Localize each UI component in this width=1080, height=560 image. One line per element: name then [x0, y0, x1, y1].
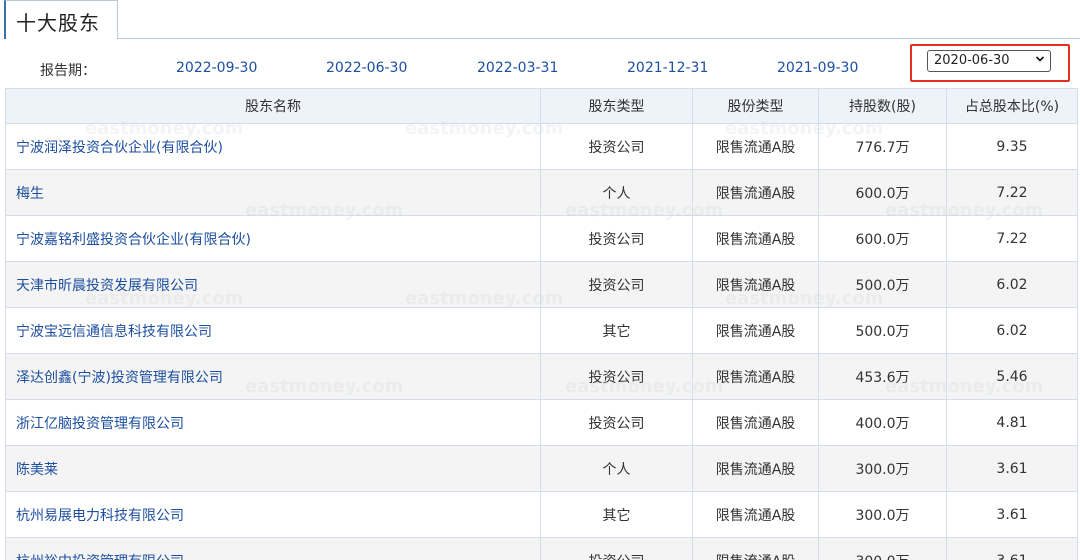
percent-cell: 5.46	[946, 353, 1078, 400]
table-row: 陈美莱 个人 限售流通A股 300.0万 3.61	[5, 445, 1078, 492]
header-shareholder-name[interactable]: 股东名称	[5, 88, 541, 124]
shares-held-cell: 500.0万	[818, 261, 947, 308]
period-select-value: 2020-06-30	[934, 53, 1010, 68]
period-link-2022-09-30[interactable]: 2022-09-30	[176, 60, 257, 76]
shareholder-type-cell: 投资公司	[540, 261, 693, 308]
shares-held-cell: 600.0万	[818, 169, 947, 216]
percent-cell: 6.02	[946, 261, 1078, 308]
shareholder-type-cell: 投资公司	[540, 215, 693, 262]
table-row: 浙江亿脑投资管理有限公司 投资公司 限售流通A股 400.0万 4.81	[5, 399, 1078, 446]
shares-held-cell: 600.0万	[818, 215, 947, 262]
shareholder-type-cell: 其它	[540, 491, 693, 538]
table-row: 梅生 个人 限售流通A股 600.0万 7.22	[5, 169, 1078, 216]
shareholder-name-cell[interactable]: 陈美莱	[5, 445, 541, 492]
share-type-cell: 限售流通A股	[692, 353, 819, 400]
period-select[interactable]: 2020-06-30	[927, 50, 1051, 72]
shareholders-table-wrap: 股东名称 股东类型 股份类型 持股数(股) 占总股本比(%) 宁波润泽投资合伙企…	[5, 88, 1078, 560]
shares-held-cell: 300.0万	[818, 491, 947, 538]
shares-held-cell: 300.0万	[818, 445, 947, 492]
shareholder-name-cell[interactable]: 梅生	[5, 169, 541, 216]
share-type-cell: 限售流通A股	[692, 445, 819, 492]
title-divider	[118, 38, 1080, 39]
percent-cell: 7.22	[946, 169, 1078, 216]
table-row: 宁波宝远信通信息科技有限公司 其它 限售流通A股 500.0万 6.02	[5, 307, 1078, 354]
shareholder-type-cell: 投资公司	[540, 123, 693, 170]
shareholder-name-cell[interactable]: 宁波宝远信通信息科技有限公司	[5, 307, 541, 354]
share-type-cell: 限售流通A股	[692, 307, 819, 354]
panel-title: 十大股东	[16, 11, 100, 35]
share-type-cell: 限售流通A股	[692, 169, 819, 216]
report-period-row: 报告期： 2022-09-30 2022-06-30 2022-03-31 20…	[0, 44, 1080, 88]
header-shares-held[interactable]: 持股数(股)	[818, 88, 947, 124]
top10-shareholders-panel: 十大股东 报告期： 2022-09-30 2022-06-30 2022-03-…	[0, 0, 1080, 560]
period-link-2021-09-30[interactable]: 2021-09-30	[777, 60, 858, 76]
shareholders-table: 股东名称 股东类型 股份类型 持股数(股) 占总股本比(%) 宁波润泽投资合伙企…	[5, 88, 1078, 560]
period-select-highlight: 2020-06-30	[910, 44, 1070, 82]
table-row: 泽达创鑫(宁波)投资管理有限公司 投资公司 限售流通A股 453.6万 5.46	[5, 353, 1078, 400]
shareholder-name-cell[interactable]: 杭州易展电力科技有限公司	[5, 491, 541, 538]
percent-cell: 9.35	[946, 123, 1078, 170]
percent-cell: 3.61	[946, 445, 1078, 492]
header-shareholder-type[interactable]: 股东类型	[540, 88, 693, 124]
share-type-cell: 限售流通A股	[692, 215, 819, 262]
shareholder-type-cell: 投资公司	[540, 537, 693, 560]
shareholder-name-cell[interactable]: 天津市昕晨投资发展有限公司	[5, 261, 541, 308]
period-link-2022-06-30[interactable]: 2022-06-30	[326, 60, 407, 76]
shareholder-name-cell[interactable]: 泽达创鑫(宁波)投资管理有限公司	[5, 353, 541, 400]
header-percent-of-total[interactable]: 占总股本比(%)	[946, 88, 1078, 124]
title-bar: 十大股东	[0, 0, 1080, 40]
shareholder-type-cell: 其它	[540, 307, 693, 354]
report-period-label: 报告期：	[40, 63, 96, 79]
percent-cell: 6.02	[946, 307, 1078, 354]
share-type-cell: 限售流通A股	[692, 537, 819, 560]
shareholder-type-cell: 投资公司	[540, 353, 693, 400]
shares-held-cell: 776.7万	[818, 123, 947, 170]
shareholder-name-cell[interactable]: 浙江亿脑投资管理有限公司	[5, 399, 541, 446]
shareholder-type-cell: 个人	[540, 445, 693, 492]
table-row: 天津市昕晨投资发展有限公司 投资公司 限售流通A股 500.0万 6.02	[5, 261, 1078, 308]
percent-cell: 7.22	[946, 215, 1078, 262]
shareholder-name-cell[interactable]: 宁波润泽投资合伙企业(有限合伙)	[5, 123, 541, 170]
title-tab[interactable]: 十大股东	[4, 0, 118, 39]
table-row: 杭州裕中投资管理有限公司投资公司限售流通A股300.0万3.61	[5, 537, 1078, 560]
shareholder-type-cell: 投资公司	[540, 399, 693, 446]
table-row: 宁波润泽投资合伙企业(有限合伙) 投资公司 限售流通A股 776.7万 9.35	[5, 123, 1078, 170]
shareholder-name-cell[interactable]: 杭州裕中投资管理有限公司	[5, 537, 541, 560]
shares-held-cell: 400.0万	[818, 399, 947, 446]
table-row: 宁波嘉铭利盛投资合伙企业(有限合伙) 投资公司 限售流通A股 600.0万 7.22	[5, 215, 1078, 262]
share-type-cell: 限售流通A股	[692, 399, 819, 446]
period-link-2021-12-31[interactable]: 2021-12-31	[627, 60, 708, 76]
share-type-cell: 限售流通A股	[692, 261, 819, 308]
percent-cell: 4.81	[946, 399, 1078, 446]
shares-held-cell: 300.0万	[818, 537, 947, 560]
shareholder-type-cell: 个人	[540, 169, 693, 216]
shareholder-name-cell[interactable]: 宁波嘉铭利盛投资合伙企业(有限合伙)	[5, 215, 541, 262]
shares-held-cell: 453.6万	[818, 353, 947, 400]
chevron-down-icon	[1036, 56, 1044, 62]
percent-cell: 3.61	[946, 537, 1078, 560]
table-row: 杭州易展电力科技有限公司 其它 限售流通A股 300.0万 3.61	[5, 491, 1078, 538]
share-type-cell: 限售流通A股	[692, 123, 819, 170]
header-share-type[interactable]: 股份类型	[692, 88, 819, 124]
shares-held-cell: 500.0万	[818, 307, 947, 354]
percent-cell: 3.61	[946, 491, 1078, 538]
period-link-2022-03-31[interactable]: 2022-03-31	[477, 60, 558, 76]
share-type-cell: 限售流通A股	[692, 491, 819, 538]
table-header-row: 股东名称 股东类型 股份类型 持股数(股) 占总股本比(%)	[5, 88, 1078, 124]
